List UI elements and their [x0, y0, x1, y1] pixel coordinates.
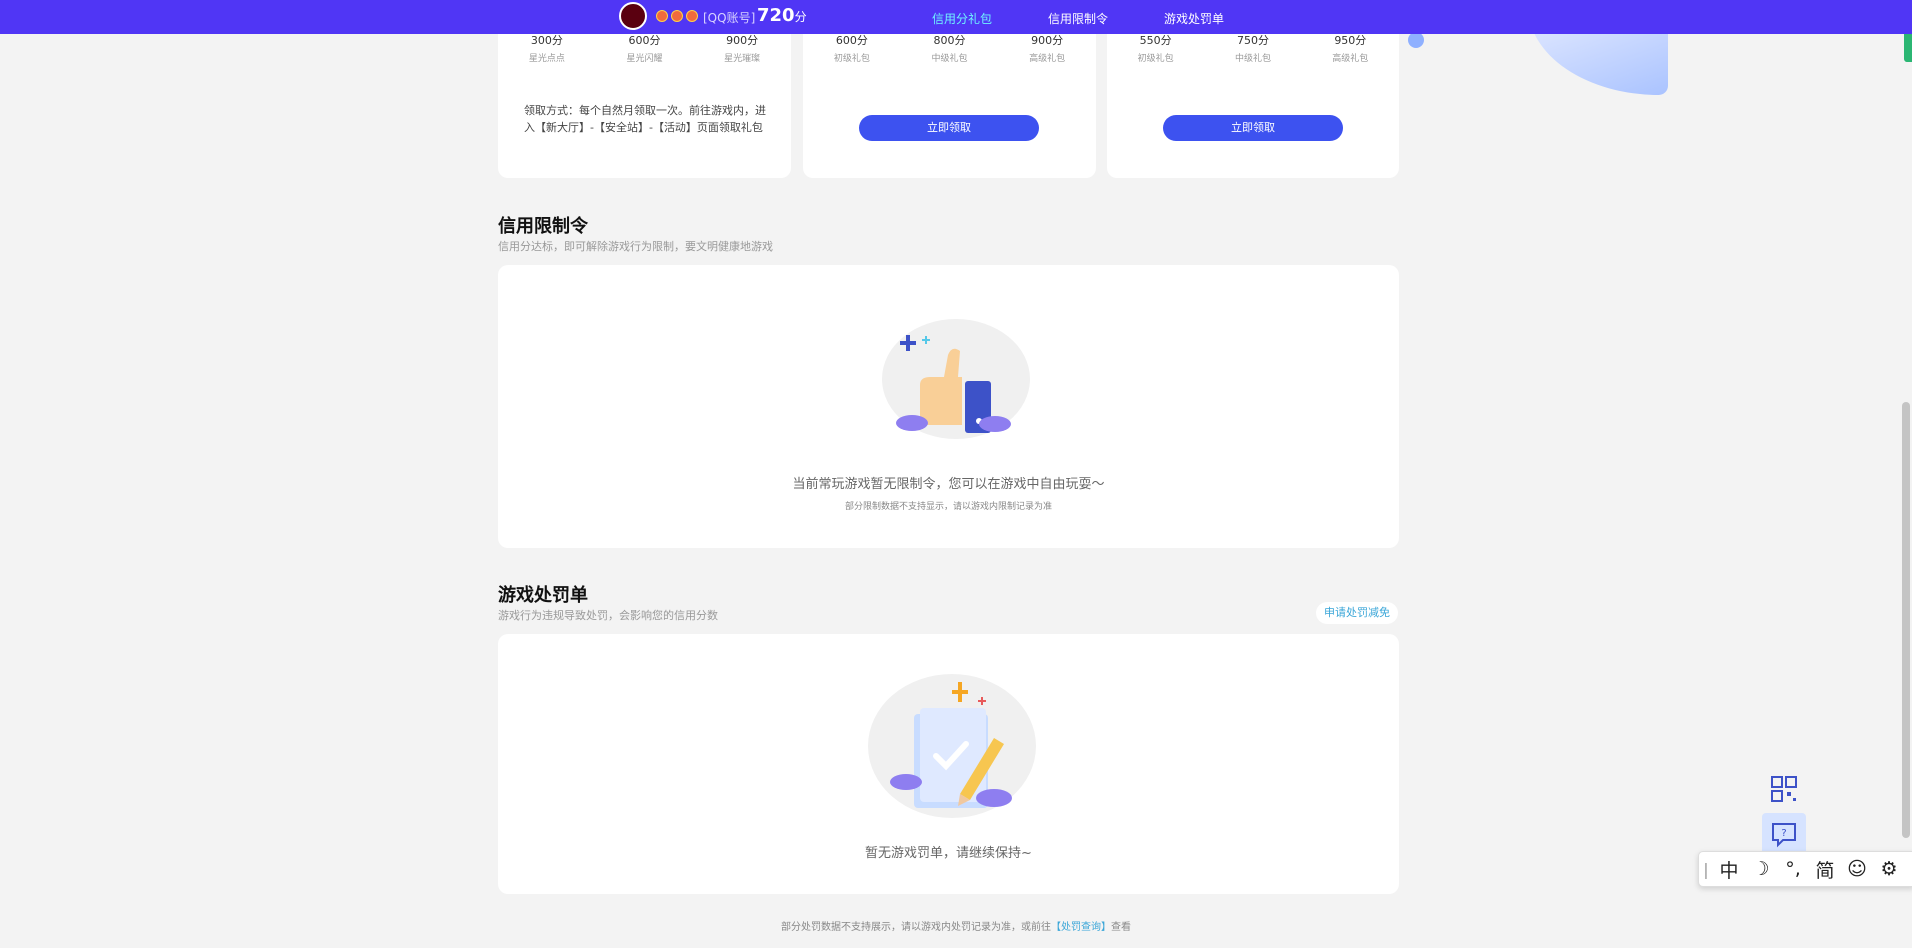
nav-penalty[interactable]: 游戏处罚单 — [1164, 10, 1224, 27]
tier-name: 中级礼包 — [931, 54, 968, 64]
restriction-empty-note: 部分限制数据不支持显示，请以游戏内限制记录为准 — [844, 502, 1052, 512]
nav-gift[interactable]: 信用分礼包 — [932, 10, 992, 27]
tier-points: 600分 — [835, 34, 868, 47]
help-chat-icon: ? — [1772, 823, 1796, 848]
qr-code-button[interactable] — [1762, 768, 1806, 810]
tier-name: 初级礼包 — [1137, 54, 1174, 64]
penalty-title: 游戏处罚单 — [498, 585, 588, 606]
footer-text: 部分处罚数据不支持展示，请以游戏内处罚记录为准，或前往 — [781, 922, 1051, 933]
tier-points: 900分 — [1031, 34, 1064, 47]
ime-handle-icon[interactable]: | — [1699, 860, 1713, 879]
qr-code-icon — [1771, 776, 1797, 802]
tier-name: 初级礼包 — [833, 54, 870, 64]
nav-restriction[interactable]: 信用限制令 — [1048, 10, 1108, 27]
feedback-button[interactable]: ? — [1762, 813, 1806, 855]
tier-points: 550分 — [1139, 34, 1172, 47]
svg-text:?: ? — [1781, 828, 1786, 839]
tier-points: 600分 — [628, 34, 661, 47]
restriction-card: 当前常玩游戏暂无限制令，您可以在游戏中自由玩耍～ 部分限制数据不支持显示，请以游… — [498, 265, 1399, 548]
claim-instructions: 领取方式：每个自然月领取一次。前往游戏内，进入【新大厅】-【安全站】-【活动】页… — [524, 104, 766, 134]
restriction-subtitle: 信用分达标，即可解除游戏行为限制，要文明健康地游戏 — [498, 240, 773, 253]
clipboard-illustration — [868, 674, 1036, 818]
tier-name: 高级礼包 — [1029, 54, 1066, 64]
thumbs-up-illustration — [882, 319, 1030, 439]
tier-name: 星光点点 — [528, 54, 565, 64]
badge-icon — [656, 10, 668, 22]
account-label: [QQ账号] — [703, 11, 756, 25]
claim-button[interactable]: 立即领取 — [859, 115, 1039, 141]
tier-name: 星光璀璨 — [724, 54, 761, 64]
emoji-icon[interactable]: ☺ — [1841, 858, 1873, 880]
avatar[interactable] — [619, 2, 647, 30]
moon-icon[interactable]: ☽ — [1745, 858, 1777, 880]
badge-icon — [671, 10, 683, 22]
tier-name: 高级礼包 — [1332, 54, 1369, 64]
penalty-empty-text: 暂无游戏罚单，请继续保持~ — [865, 846, 1032, 861]
score-unit: 分 — [794, 10, 807, 24]
score-value: 720 — [757, 5, 795, 26]
claim-button[interactable]: 立即领取 — [1163, 115, 1343, 141]
penalty-card: 暂无游戏罚单，请继续保持~ — [498, 634, 1399, 894]
restriction-empty-text: 当前常玩游戏暂无限制令，您可以在游戏中自由玩耍～ — [792, 477, 1105, 492]
penalty-subtitle: 游戏行为违规导致处罚，会影响您的信用分数 — [498, 609, 718, 622]
decorative-dot — [1408, 32, 1424, 48]
ime-toolbar: | 中 ☽ °, 简 ☺ ⚙ — [1698, 851, 1912, 887]
penalty-query-link[interactable]: 【处罚查询】 — [1051, 922, 1111, 933]
footer-note: 部分处罚数据不支持展示，请以游戏内处罚记录为准，或前往【处罚查询】查看 — [0, 918, 1912, 933]
tier-points: 300分 — [530, 34, 563, 47]
credit-score: 720分 — [757, 5, 807, 26]
gear-icon[interactable]: ⚙ — [1873, 858, 1905, 880]
footer-text-end: 查看 — [1111, 922, 1131, 933]
scrollbar[interactable] — [1902, 402, 1910, 838]
tier-points: 900分 — [726, 34, 759, 47]
level-badges — [656, 10, 698, 24]
ime-simplified[interactable]: 简 — [1809, 856, 1841, 883]
badge-icon — [686, 10, 698, 22]
tier-name: 星光闪耀 — [626, 54, 663, 64]
ime-chinese-mode[interactable]: 中 — [1713, 856, 1745, 883]
tier-name: 中级礼包 — [1234, 54, 1271, 64]
top-nav-bar: [QQ账号] 720分 信用分礼包 信用限制令 游戏处罚单 — [0, 0, 1912, 34]
appeal-penalty-button[interactable]: 申请处罚减免 — [1316, 602, 1398, 624]
tier-points: 950分 — [1334, 34, 1367, 47]
tier-points: 750分 — [1236, 34, 1269, 47]
tier-points: 800分 — [933, 34, 966, 47]
punctuation-icon[interactable]: °, — [1777, 858, 1809, 880]
restriction-title: 信用限制令 — [498, 216, 588, 237]
